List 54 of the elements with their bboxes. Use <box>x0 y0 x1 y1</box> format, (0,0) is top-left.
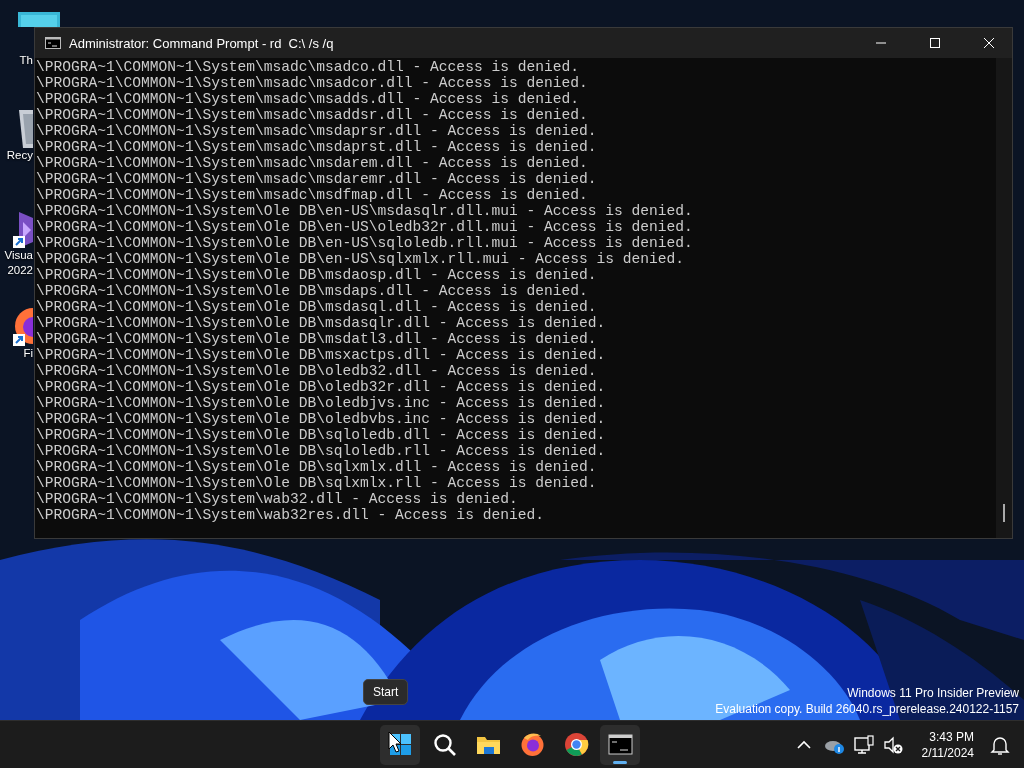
console-line: \PROGRA~1\COMMON~1\System\Ole DB\oledbjvs.inc - Access is denied. <box>36 395 607 411</box>
scrollbar[interactable] <box>996 58 1012 538</box>
icon-label: Visua <box>4 248 33 263</box>
console-line: \PROGRA~1\COMMON~1\System\msadc\msdaprsr.dll - Access is denied. <box>36 123 598 139</box>
taskbar-button[interactable] <box>380 724 420 765</box>
recycle-bin-icon[interactable] <box>19 108 33 148</box>
firefox-icon[interactable] <box>13 306 33 346</box>
icon-label: Recy <box>6 148 33 163</box>
clock[interactable]: 3:43 PM 2/11/2024 <box>911 728 982 761</box>
window-title: Administrator: Command Prompt - rd C:\ /s /q <box>69 35 334 51</box>
console-line: \PROGRA~1\COMMON~1\System\Ole DB\msxactps.dll - Access is denied. <box>36 347 607 363</box>
tooltip: Start <box>363 679 409 705</box>
console-line: \PROGRA~1\COMMON~1\System\Ole DB\sqlxmlx.dll - Access is denied. <box>36 459 598 475</box>
console-line: \PROGRA~1\COMMON~1\System\msadc\msdaremr.dll - Access is denied. <box>36 171 598 187</box>
search-icon <box>431 732 457 757</box>
console-line: \PROGRA~1\COMMON~1\System\Ole DB\en-US\msdasqlr.dll.mui - Access is denied. <box>36 203 694 219</box>
console-line: \PROGRA~1\COMMON~1\System\wab32res.dll - Access is denied. <box>36 507 545 523</box>
console-line: \PROGRA~1\COMMON~1\System\Ole DB\en-US\sqlxmlx.rll.mui - Access is denied. <box>36 251 686 267</box>
watermark-text: Windows 11 Pro Insider Preview <box>847 685 1019 701</box>
console-line: \PROGRA~1\COMMON~1\System\Ole DB\en-US\oledb32r.dll.mui - Access is denied. <box>36 219 694 235</box>
console-line: \PROGRA~1\COMMON~1\System\Ole DB\sqloledb.dll - Access is denied. <box>36 427 607 443</box>
console-line: \PROGRA~1\COMMON~1\System\Ole DB\en-US\sqloledb.rll.mui - Access is denied. <box>36 235 694 251</box>
console-line: \PROGRA~1\COMMON~1\System\Ole DB\msdatl3.dll - Access is denied. <box>36 331 598 347</box>
icon-label: 2022 <box>7 263 33 278</box>
console-line: \PROGRA~1\COMMON~1\System\Ole DB\msdaps.dll - Access is denied. <box>36 283 589 299</box>
maximize-icon[interactable] <box>929 37 941 49</box>
console-line: \PROGRA~1\COMMON~1\System\Ole DB\msdasql.dll - Access is denied. <box>36 299 598 315</box>
console-icon <box>45 37 61 49</box>
network-icon[interactable] <box>851 732 876 757</box>
console-line: \PROGRA~1\COMMON~1\System\msadc\msadco.dll - Access is denied. <box>36 59 580 75</box>
console-line: \PROGRA~1\COMMON~1\System\Ole DB\msdaosp.dll - Access is denied. <box>36 267 598 283</box>
mouse-pointer-icon <box>388 731 402 753</box>
console-line: \PROGRA~1\COMMON~1\System\Ole DB\msdasqlr.dll - Access is denied. <box>36 315 607 331</box>
close-icon[interactable] <box>983 37 995 49</box>
icon-label: Fi <box>23 346 33 361</box>
console-line: \PROGRA~1\COMMON~1\System\Ole DB\sqlxmlx.rll - Access is denied. <box>36 475 598 491</box>
console-line: \PROGRA~1\COMMON~1\System\msadc\msadcor.dll - Access is denied. <box>36 75 589 91</box>
taskbar-button[interactable] <box>600 724 640 765</box>
scroll-thumb[interactable] <box>1003 504 1005 522</box>
chrome-icon <box>563 732 589 757</box>
console-line: \PROGRA~1\COMMON~1\System\msadc\msdarem.dll - Access is denied. <box>36 155 589 171</box>
console-icon <box>607 732 633 757</box>
console-line: \PROGRA~1\COMMON~1\System\msadc\msdaprst.dll - Access is denied. <box>36 139 598 155</box>
console-line: \PROGRA~1\COMMON~1\System\msadc\msdfmap.dll - Access is denied. <box>36 187 589 203</box>
console-line: \PROGRA~1\COMMON~1\System\Ole DB\oledbvbs.inc - Access is denied. <box>36 411 607 427</box>
running-indicator <box>613 760 627 764</box>
console-line: \PROGRA~1\COMMON~1\System\wab32.dll - Access is denied. <box>36 491 519 507</box>
icon-label: Th <box>19 53 33 68</box>
console-line: \PROGRA~1\COMMON~1\System\Ole DB\oledb32.dll - Access is denied. <box>36 363 598 379</box>
console-line: \PROGRA~1\COMMON~1\System\Ole DB\oledb32r.dll - Access is denied. <box>36 379 607 395</box>
firefox-icon <box>519 732 545 757</box>
console-line: \PROGRA~1\COMMON~1\System\Ole DB\sqloledb.rll - Access is denied. <box>36 443 607 459</box>
console-line: \PROGRA~1\COMMON~1\System\msadc\msadds.dll - Access is denied. <box>36 91 580 107</box>
console-line: \PROGRA~1\COMMON~1\System\msadc\msaddsr.dll - Access is denied. <box>36 107 589 123</box>
